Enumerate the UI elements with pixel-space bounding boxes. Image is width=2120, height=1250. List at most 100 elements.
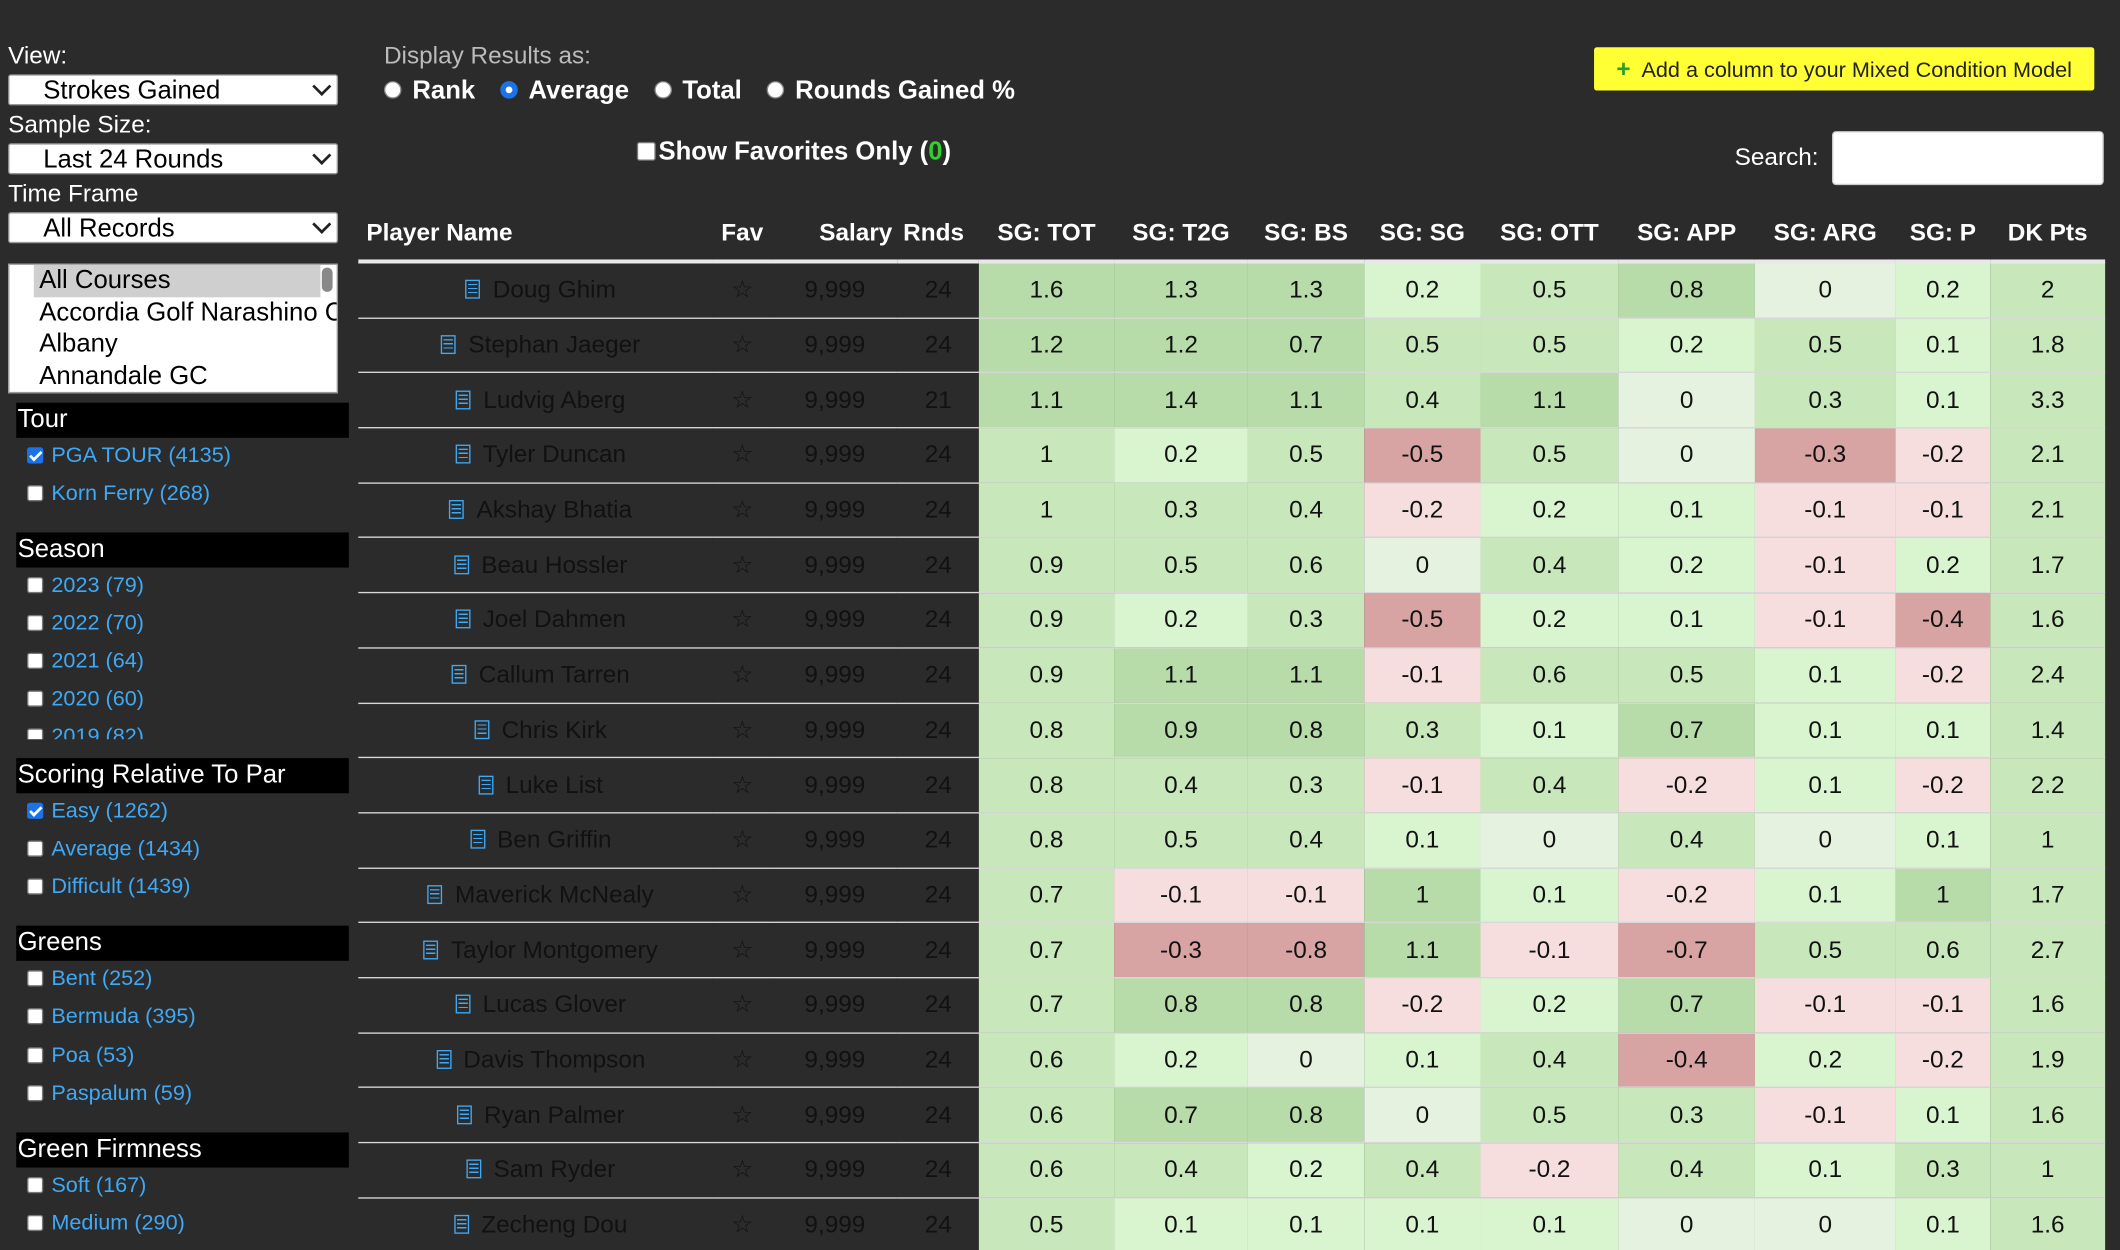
rounds-link[interactable]: 24 bbox=[897, 261, 979, 319]
display-total-option[interactable]: Total bbox=[653, 77, 742, 105]
sample-size-select[interactable]: Last 24 Rounds bbox=[8, 143, 339, 175]
radio-total[interactable] bbox=[653, 81, 672, 99]
document-icon[interactable] bbox=[465, 280, 481, 300]
course-list-scrollbar[interactable] bbox=[321, 267, 333, 292]
filter-season-2019[interactable]: 2019 (82) bbox=[27, 723, 144, 740]
filter-greens-paspalum[interactable]: Paspalum (59) bbox=[27, 1080, 192, 1110]
checkbox[interactable] bbox=[27, 802, 44, 819]
player-name-link[interactable]: Lucas Glover bbox=[483, 991, 626, 1018]
player-name-link[interactable]: Chris Kirk bbox=[502, 716, 607, 743]
document-icon[interactable] bbox=[454, 555, 470, 575]
view-select[interactable]: Strokes Gained bbox=[8, 74, 339, 106]
rounds-link[interactable]: 24 bbox=[897, 592, 979, 649]
rounds-link[interactable]: 24 bbox=[897, 702, 979, 759]
radio-rounds-gained[interactable] bbox=[766, 81, 785, 99]
rounds-link[interactable]: 24 bbox=[897, 977, 979, 1034]
rounds-link[interactable]: 24 bbox=[897, 812, 979, 869]
star-icon[interactable]: ☆ bbox=[712, 757, 773, 814]
star-icon[interactable]: ☆ bbox=[712, 867, 773, 924]
star-icon[interactable]: ☆ bbox=[712, 922, 773, 979]
rounds-link[interactable]: 24 bbox=[897, 647, 979, 704]
rounds-link[interactable]: 24 bbox=[897, 757, 979, 814]
checkbox[interactable] bbox=[27, 577, 44, 594]
column-header[interactable]: Salary bbox=[772, 206, 898, 264]
document-icon[interactable] bbox=[478, 775, 494, 794]
document-icon[interactable] bbox=[436, 1049, 452, 1069]
filter-season-2020[interactable]: 2020 (60) bbox=[27, 685, 144, 715]
column-header[interactable]: DK Pts bbox=[1990, 206, 2106, 264]
star-icon[interactable]: ☆ bbox=[712, 317, 773, 374]
column-header[interactable]: Rnds bbox=[897, 206, 979, 264]
radio-average[interactable] bbox=[500, 81, 518, 99]
document-icon[interactable] bbox=[451, 665, 467, 684]
player-name-link[interactable]: Zecheng Dou bbox=[481, 1211, 627, 1238]
display-average-option[interactable]: Average bbox=[500, 77, 629, 105]
checkbox[interactable] bbox=[27, 1085, 44, 1102]
filter-firmness-medium[interactable]: Medium (290) bbox=[27, 1209, 185, 1239]
checkbox[interactable] bbox=[27, 878, 44, 895]
filter-season-2022[interactable]: 2022 (70) bbox=[27, 609, 144, 639]
rounds-link[interactable]: 24 bbox=[897, 1197, 979, 1250]
column-header[interactable]: SG: SG bbox=[1364, 206, 1481, 264]
rounds-link[interactable]: 24 bbox=[897, 482, 979, 539]
document-icon[interactable] bbox=[456, 390, 472, 410]
column-header[interactable]: SG: T2G bbox=[1114, 206, 1248, 264]
column-header[interactable]: SG: P bbox=[1895, 206, 1991, 264]
document-icon[interactable] bbox=[423, 939, 439, 959]
checkbox[interactable] bbox=[27, 1177, 44, 1194]
rounds-link[interactable]: 24 bbox=[897, 537, 979, 594]
filter-firmness-soft[interactable]: Soft (167) bbox=[27, 1172, 146, 1202]
player-name-link[interactable]: Luke List bbox=[506, 771, 603, 798]
checkbox[interactable] bbox=[27, 690, 44, 707]
rounds-link[interactable]: 24 bbox=[897, 1032, 979, 1089]
checkbox[interactable] bbox=[27, 614, 44, 632]
filter-greens-bent[interactable]: Bent (252) bbox=[27, 965, 152, 995]
star-icon[interactable]: ☆ bbox=[712, 1197, 773, 1250]
checkbox[interactable] bbox=[27, 840, 44, 857]
checkbox[interactable] bbox=[27, 728, 44, 740]
star-icon[interactable]: ☆ bbox=[712, 261, 773, 319]
document-icon[interactable] bbox=[427, 885, 443, 904]
document-icon[interactable] bbox=[449, 500, 465, 520]
column-header[interactable]: SG: APP bbox=[1618, 206, 1755, 264]
document-icon[interactable] bbox=[456, 1104, 472, 1124]
player-name-link[interactable]: Doug Ghim bbox=[493, 276, 616, 303]
checkbox[interactable] bbox=[27, 1214, 44, 1232]
player-name-link[interactable]: Ryan Palmer bbox=[484, 1101, 625, 1128]
filter-season-2023[interactable]: 2023 (79) bbox=[27, 572, 144, 602]
rounds-link[interactable]: 24 bbox=[897, 1142, 979, 1199]
star-icon[interactable]: ☆ bbox=[712, 482, 773, 539]
star-icon[interactable]: ☆ bbox=[712, 372, 773, 429]
player-name-link[interactable]: Ben Griffin bbox=[497, 826, 612, 853]
checkbox[interactable] bbox=[27, 447, 44, 464]
filter-scoring-difficult[interactable]: Difficult (1439) bbox=[27, 873, 190, 903]
document-icon[interactable] bbox=[441, 335, 457, 355]
checkbox[interactable] bbox=[27, 1047, 44, 1064]
column-header[interactable]: SG: OTT bbox=[1480, 206, 1619, 264]
display-rank-option[interactable]: Rank bbox=[383, 77, 475, 105]
player-name-link[interactable]: Akshay Bhatia bbox=[477, 496, 633, 523]
player-name-link[interactable]: Callum Tarren bbox=[479, 661, 630, 688]
rounds-link[interactable]: 24 bbox=[897, 317, 979, 374]
player-name-link[interactable]: Ludvig Aberg bbox=[483, 386, 625, 413]
time-frame-select[interactable]: All Records bbox=[8, 212, 339, 244]
rounds-link[interactable]: 24 bbox=[897, 867, 979, 924]
course-list[interactable]: All Courses Accordia Golf Narashino C Al… bbox=[8, 263, 339, 394]
document-icon[interactable] bbox=[454, 1214, 470, 1234]
player-name-link[interactable]: Tyler Duncan bbox=[483, 441, 626, 468]
rounds-link[interactable]: 24 bbox=[897, 922, 979, 979]
course-item[interactable]: Accordia Golf Narashino C bbox=[9, 297, 336, 329]
rounds-link[interactable]: 21 bbox=[897, 372, 979, 429]
player-name-link[interactable]: Sam Ryder bbox=[493, 1156, 615, 1183]
star-icon[interactable]: ☆ bbox=[712, 1142, 773, 1199]
star-icon[interactable]: ☆ bbox=[712, 977, 773, 1034]
filter-greens-bermuda[interactable]: Bermuda (395) bbox=[27, 1003, 196, 1033]
star-icon[interactable]: ☆ bbox=[712, 1087, 773, 1144]
course-item[interactable]: Albany bbox=[9, 328, 336, 360]
filter-season-2021[interactable]: 2021 (64) bbox=[27, 647, 144, 677]
star-icon[interactable]: ☆ bbox=[712, 812, 773, 869]
checkbox[interactable] bbox=[27, 652, 44, 669]
star-icon[interactable]: ☆ bbox=[712, 427, 773, 484]
checkbox[interactable] bbox=[27, 970, 44, 987]
favorites-checkbox[interactable] bbox=[636, 141, 656, 161]
